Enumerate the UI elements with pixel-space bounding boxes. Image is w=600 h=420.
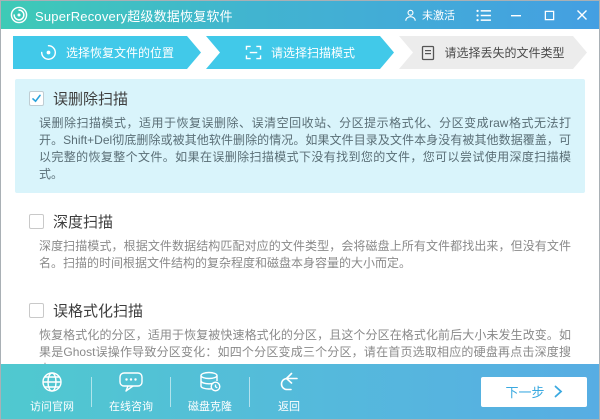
- main-menu-button[interactable]: [475, 7, 491, 23]
- maximize-icon: [544, 10, 555, 21]
- option-description: 深度扫描模式，根据文件数据结构匹配对应的文件类型，会将磁盘上所有文件都找出来，但…: [39, 238, 571, 272]
- disk-clone-button[interactable]: 磁盘克隆: [171, 370, 249, 414]
- option-title: 误格式化扫描: [53, 300, 143, 321]
- activation-status[interactable]: 未激活: [404, 7, 455, 23]
- next-step-label: 下一步: [505, 382, 544, 401]
- step-label: 选择恢复文件的位置: [66, 44, 174, 61]
- option-header: 误格式化扫描: [29, 300, 571, 321]
- step-label: 请选择丢失的文件类型: [444, 44, 564, 61]
- next-step-button[interactable]: 下一步: [481, 377, 587, 407]
- scan-mode-list: 误删除扫描 误删除扫描模式，适用于恢复误删除、误清空回收站、分区提示格式化、分区…: [1, 69, 599, 388]
- footer-toolbar: 访问官网 在线咨询 磁盘克隆: [1, 364, 599, 419]
- option-undelete-scan[interactable]: 误删除扫描 误删除扫描模式，适用于恢复误删除、误清空回收站、分区提示格式化、分区…: [15, 79, 585, 193]
- disk-clone-icon: [198, 370, 222, 394]
- option-title: 误删除扫描: [53, 88, 128, 109]
- titlebar: SuperRecovery超级数据恢复软件 未激活: [1, 1, 599, 29]
- close-icon: [576, 9, 588, 21]
- maximize-button[interactable]: [541, 7, 557, 23]
- minimize-button[interactable]: [508, 7, 524, 23]
- user-icon: [404, 9, 417, 22]
- action-label: 磁盘克隆: [188, 398, 232, 414]
- step-select-scan-mode[interactable]: 请选择扫描模式: [206, 36, 394, 69]
- option-title: 深度扫描: [53, 211, 113, 232]
- option-header: 误删除扫描: [29, 88, 571, 109]
- globe-icon: [40, 370, 64, 394]
- step-select-location[interactable]: 选择恢复文件的位置: [13, 36, 201, 69]
- close-button[interactable]: [574, 7, 590, 23]
- menu-list-icon: [476, 9, 491, 22]
- back-arrow-icon: [277, 370, 301, 394]
- wizard-steps: 选择恢复文件的位置 请选择扫描模式 请选择丢失的文件类型: [13, 36, 587, 69]
- app-logo-icon: [10, 6, 28, 24]
- step-select-file-types[interactable]: 请选择丢失的文件类型: [399, 36, 587, 69]
- deep-scan-checkbox[interactable]: [29, 214, 44, 229]
- check-icon: [31, 93, 42, 104]
- document-icon: [421, 45, 435, 61]
- action-label: 访问官网: [30, 398, 74, 414]
- option-header: 深度扫描: [29, 211, 571, 232]
- online-support-button[interactable]: 在线咨询: [92, 370, 170, 414]
- visit-website-button[interactable]: 访问官网: [13, 370, 91, 414]
- disk-target-icon: [40, 44, 57, 61]
- app-window: SuperRecovery超级数据恢复软件 未激活: [0, 0, 600, 420]
- action-label: 在线咨询: [109, 398, 153, 414]
- back-button[interactable]: 返回: [250, 370, 328, 414]
- option-deep-scan[interactable]: 深度扫描 深度扫描模式，根据文件数据结构匹配对应的文件类型，会将磁盘上所有文件都…: [15, 202, 585, 282]
- chevron-right-icon: [554, 385, 563, 398]
- activation-label: 未激活: [422, 7, 455, 23]
- format-scan-checkbox[interactable]: [29, 303, 44, 318]
- option-description: 误删除扫描模式，适用于恢复误删除、误清空回收站、分区提示格式化、分区变成raw格…: [39, 115, 571, 183]
- minimize-icon: [510, 9, 522, 21]
- scan-frame-icon: [245, 45, 262, 60]
- chat-icon: [118, 370, 144, 394]
- undelete-scan-checkbox[interactable]: [29, 91, 44, 106]
- step-label: 请选择扫描模式: [271, 44, 355, 61]
- action-label: 返回: [278, 398, 300, 414]
- window-title: SuperRecovery超级数据恢复软件: [35, 6, 233, 25]
